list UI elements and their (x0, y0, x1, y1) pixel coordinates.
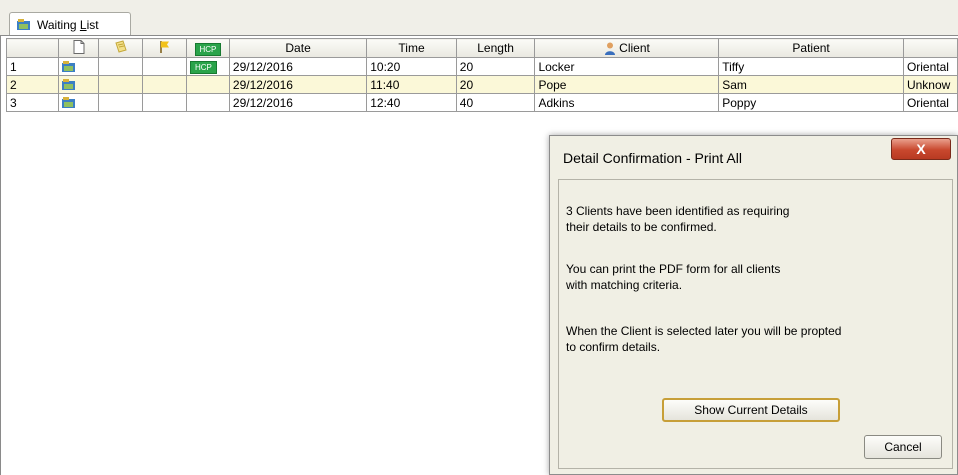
show-current-details-button[interactable]: Show Current Details (662, 398, 840, 422)
row-notes-cell (98, 57, 144, 76)
message-later: When the Client is selected later you wi… (566, 323, 841, 355)
appointment-icon (61, 61, 75, 73)
row-hcp-cell: HCP (186, 57, 230, 76)
message-print: You can print the PDF form for all clien… (566, 261, 780, 293)
flag-icon (159, 40, 169, 53)
col-hcp-header[interactable]: HCP (186, 38, 230, 58)
row-length: 40 (455, 93, 536, 112)
table-header-row: HCP Date Time Length Client Patient (6, 38, 958, 58)
row-number: 3 (6, 93, 59, 112)
row-flag-cell (142, 93, 187, 112)
row-notes-cell (98, 93, 144, 112)
row-time: 12:40 (366, 93, 457, 112)
notes-icon (115, 39, 127, 53)
row-icon-cell[interactable] (57, 93, 100, 112)
col-flag-header[interactable] (142, 38, 187, 58)
message-line: When the Client is selected later you wi… (566, 324, 842, 338)
message-line: with matching criteria. (566, 278, 683, 292)
col-length-header[interactable]: Length (455, 38, 536, 58)
row-date: 29/12/2016 (228, 57, 368, 76)
col-number-header[interactable] (6, 38, 59, 58)
col-date-header[interactable]: Date (228, 38, 368, 58)
row-breed: Unknow (902, 75, 958, 94)
row-breed: Oriental (902, 57, 958, 76)
table-row[interactable]: 3 29/12/2016 12:40 40 Adkins Poppy Orien… (6, 93, 958, 112)
client-person-icon (604, 42, 615, 56)
row-number: 1 (6, 57, 59, 76)
close-icon: X (916, 141, 926, 157)
message-line: their details to be confirmed. (566, 220, 717, 234)
row-icon-cell[interactable] (57, 75, 100, 94)
message-line: to confirm details. (566, 340, 661, 354)
row-time: 10:20 (366, 57, 457, 76)
row-flag-cell (142, 75, 187, 94)
appointment-icon (61, 97, 75, 109)
row-client: Pope (534, 75, 720, 94)
dialog-body: 3 Clients have been identified as requir… (558, 179, 953, 469)
row-date: 29/12/2016 (228, 93, 368, 112)
row-icon-cell[interactable] (57, 57, 100, 76)
col-breed-header[interactable] (902, 38, 958, 58)
close-button[interactable]: X (891, 138, 951, 160)
row-patient: Poppy (718, 93, 904, 112)
col-document-header[interactable] (57, 38, 100, 58)
row-number: 2 (6, 75, 59, 94)
appointment-icon (61, 79, 75, 91)
row-date: 29/12/2016 (228, 75, 368, 94)
row-patient: Sam (718, 75, 904, 94)
col-client-header[interactable]: Client (534, 38, 720, 58)
hcp-badge: HCP (190, 61, 217, 74)
row-hcp-cell (186, 75, 230, 94)
tab-strip: Waiting List (0, 0, 958, 36)
table-row[interactable]: 2 29/12/2016 11:40 20 Pope Sam Unknow (6, 75, 958, 94)
row-time: 11:40 (366, 75, 457, 94)
row-length: 20 (455, 75, 536, 94)
row-flag-cell (142, 57, 187, 76)
row-client: Adkins (534, 93, 720, 112)
row-breed: Oriental (902, 93, 958, 112)
table-row[interactable]: 1 HCP 29/12/2016 10:20 20 Locker Tiffy O… (6, 57, 958, 76)
col-time-header[interactable]: Time (366, 38, 457, 58)
tab-waiting-list[interactable]: Waiting List (9, 12, 131, 36)
row-length: 20 (455, 57, 536, 76)
hcp-badge: HCP (194, 42, 222, 56)
row-patient: Tiffy (718, 57, 904, 76)
tab-label: Waiting List (37, 17, 99, 32)
row-client: Locker (534, 57, 720, 76)
cancel-button[interactable]: Cancel (864, 435, 942, 459)
dialog-title: Detail Confirmation - Print All (563, 150, 742, 166)
col-patient-header[interactable]: Patient (718, 38, 904, 58)
waiting-list-icon (17, 18, 30, 30)
client-header-label: Client (619, 40, 650, 55)
message-identified: 3 Clients have been identified as requir… (566, 203, 789, 235)
row-notes-cell (98, 75, 144, 94)
message-line: 3 Clients have been identified as requir… (566, 204, 790, 218)
document-icon (73, 39, 85, 54)
col-notes-header[interactable] (98, 38, 144, 58)
waiting-list-table: HCP Date Time Length Client Patient 1 HC… (6, 38, 958, 112)
row-hcp-cell (186, 93, 230, 112)
message-line: You can print the PDF form for all clien… (566, 262, 781, 276)
detail-confirmation-dialog: Detail Confirmation - Print All X 3 Clie… (549, 135, 958, 475)
